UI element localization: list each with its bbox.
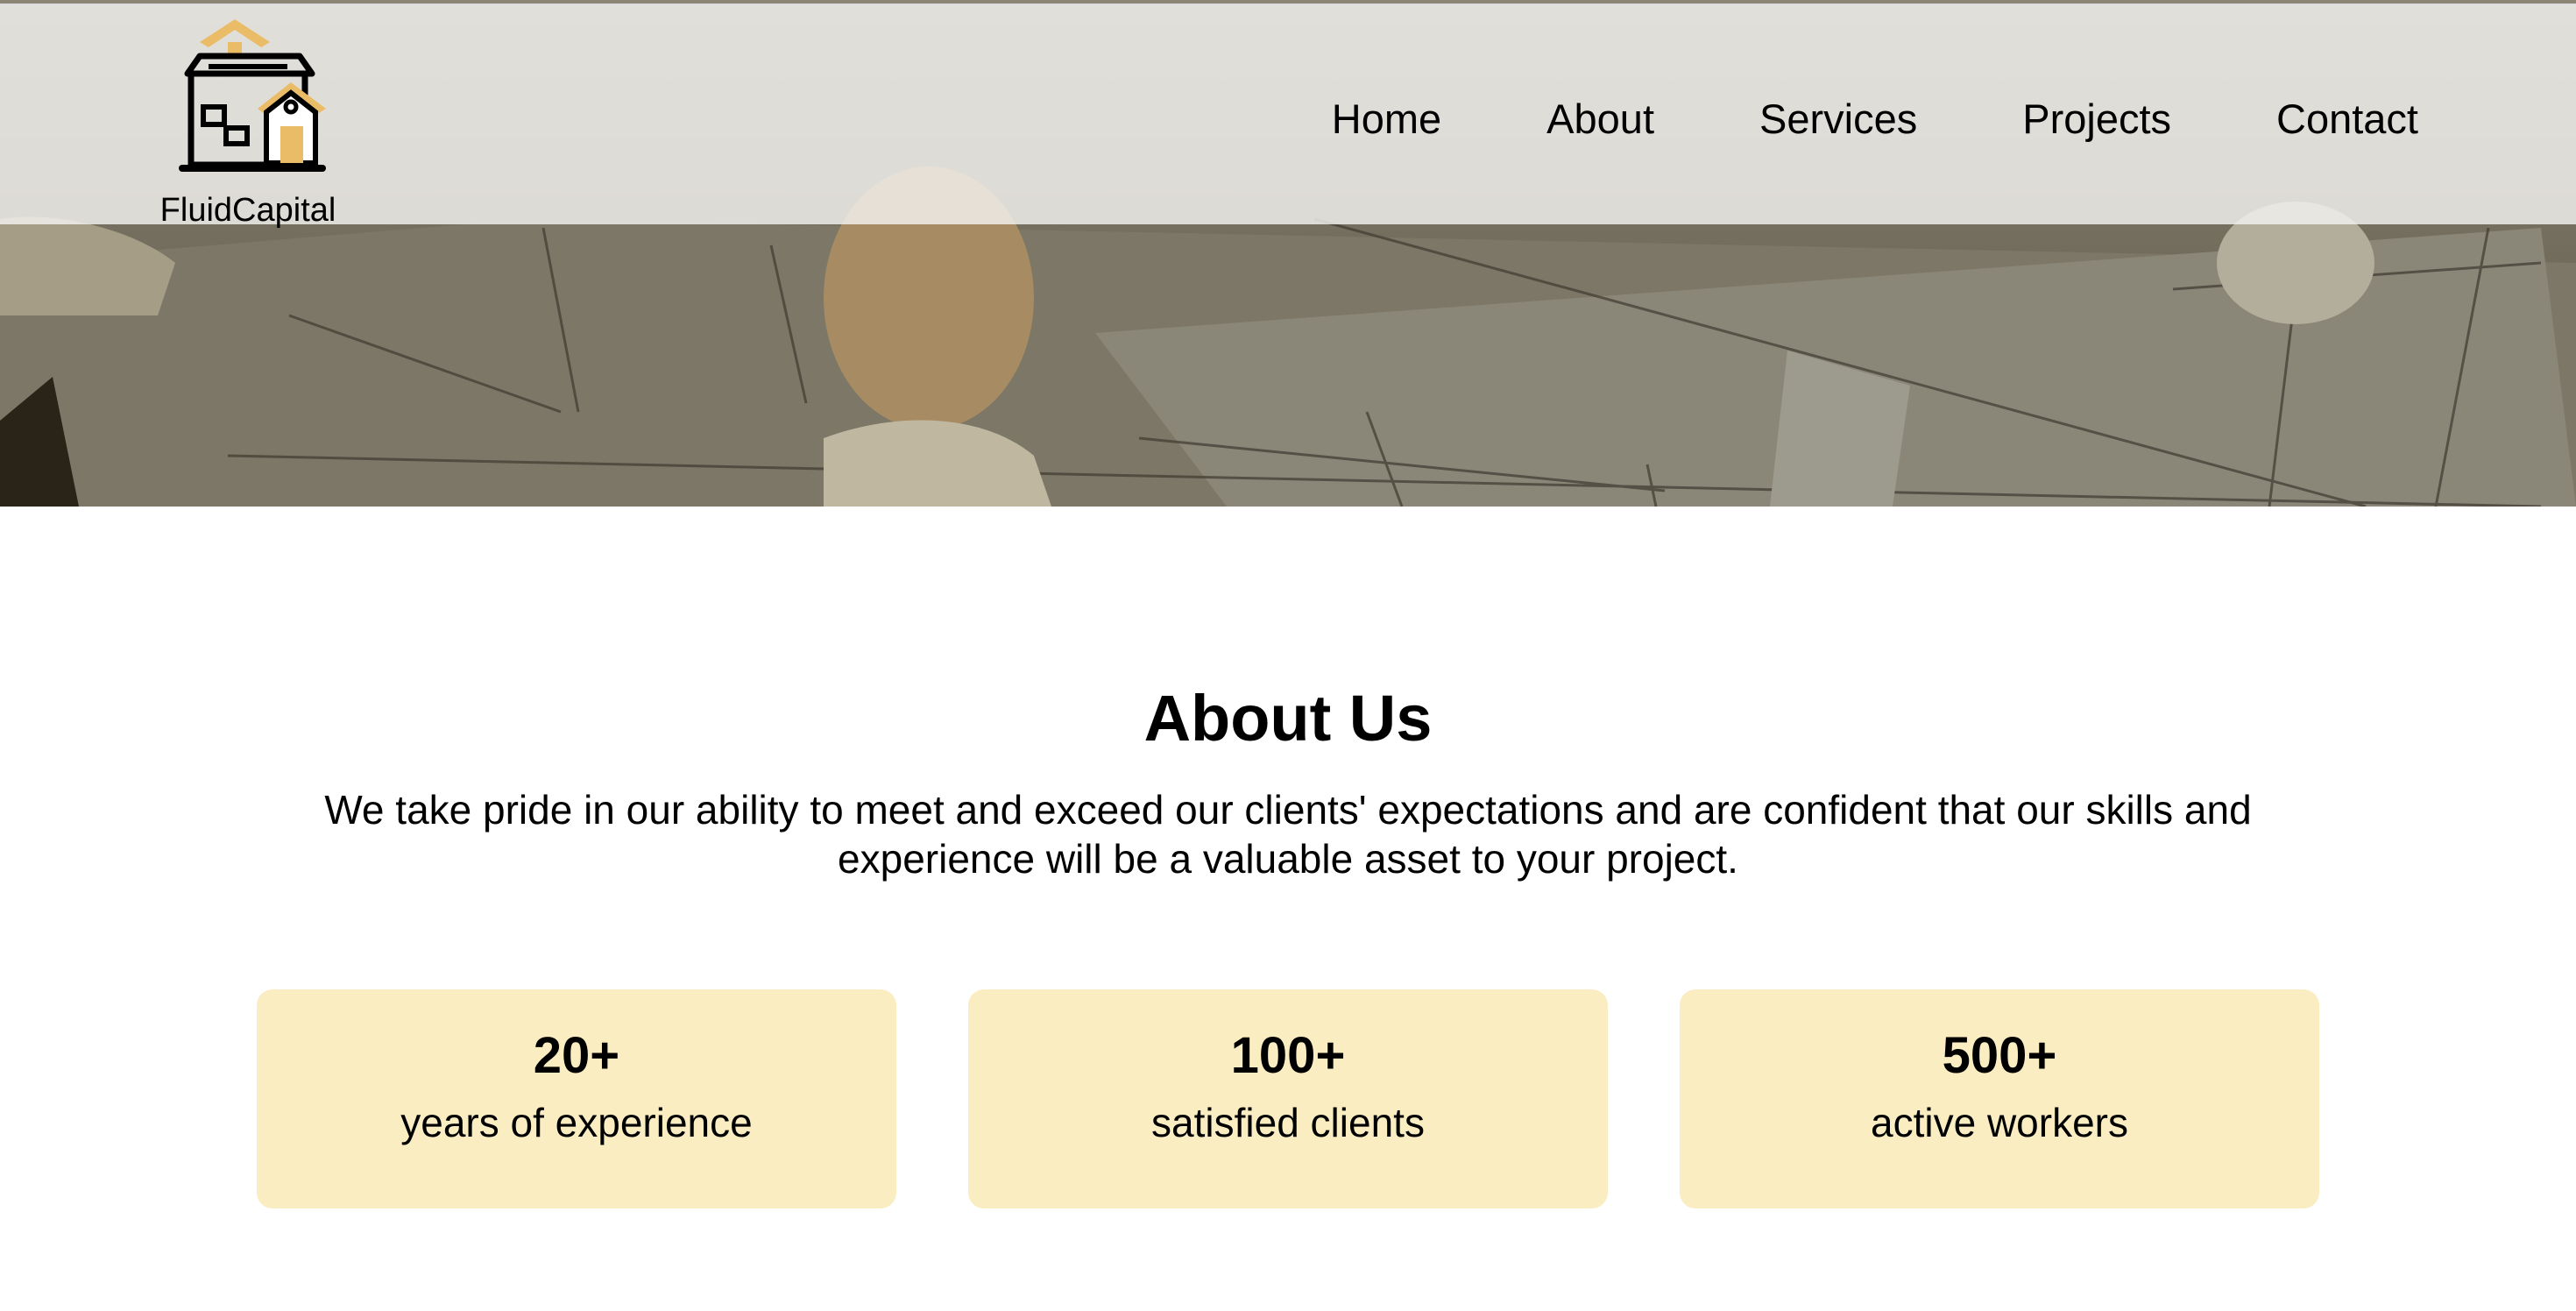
- stat-card-workers: 500+ active workers: [1680, 989, 2319, 1208]
- hero-section: FluidCapital Home About Services Project…: [0, 0, 2576, 507]
- header-bar: FluidCapital Home About Services Project…: [0, 4, 2576, 229]
- stat-card-experience: 20+ years of experience: [257, 989, 896, 1208]
- stats-row: 20+ years of experience 100+ satisfied c…: [257, 989, 2319, 1208]
- stat-value: 20+: [533, 1027, 620, 1084]
- nav-item-contact[interactable]: Contact: [2276, 93, 2418, 145]
- stat-value: 100+: [1230, 1027, 1346, 1084]
- nav-item-about[interactable]: About: [1546, 93, 1654, 145]
- nav-item-home[interactable]: Home: [1332, 93, 1441, 145]
- nav-item-services[interactable]: Services: [1759, 93, 1917, 145]
- brand-name: FluidCapital: [159, 192, 336, 229]
- about-title: About Us: [1143, 682, 1433, 755]
- nav-item-projects[interactable]: Projects: [2022, 93, 2171, 145]
- stat-label: active workers: [1871, 1100, 2128, 1145]
- stat-label: satisfied clients: [1151, 1100, 1425, 1145]
- brand-logo[interactable]: FluidCapital: [156, 16, 340, 229]
- about-description: We take pride in our ability to meet and…: [324, 787, 2252, 882]
- stat-label: years of experience: [400, 1100, 753, 1145]
- house-icon: [179, 19, 326, 172]
- stat-value: 500+: [1942, 1027, 2057, 1084]
- stat-card-clients: 100+ satisfied clients: [968, 989, 1608, 1208]
- main-nav: Home About Services Projects Contact: [1332, 93, 2418, 145]
